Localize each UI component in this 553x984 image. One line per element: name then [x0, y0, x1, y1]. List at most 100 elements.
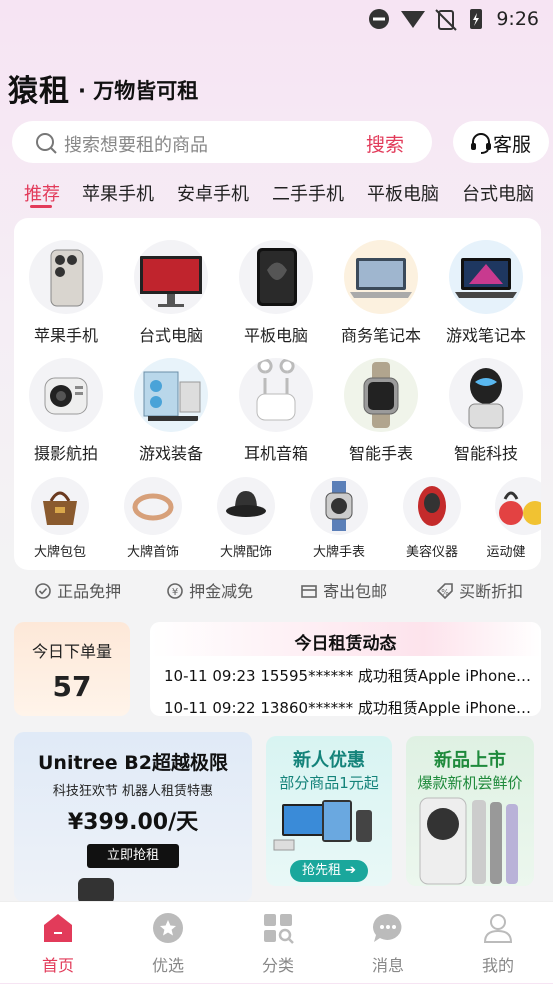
handbag-icon — [31, 477, 89, 535]
rent-now-button[interactable]: 立即抢租 — [87, 844, 179, 868]
kettlebell-icon — [495, 477, 541, 535]
service-button[interactable]: 客服 — [453, 121, 549, 163]
bottom-navigation: 首页 优选 分类 消息 我的 — [0, 901, 553, 983]
category-desktop[interactable]: 台式电脑 — [121, 240, 221, 346]
category-smartwatch[interactable]: 智能手表 — [331, 358, 431, 464]
nav-featured[interactable]: 优选 — [113, 902, 223, 984]
orders-count: 57 — [52, 670, 92, 703]
category-label: 游戏笔记本 — [445, 326, 526, 345]
category-gaming-gear[interactable]: 游戏装备 — [121, 358, 221, 464]
hat-icon — [217, 477, 275, 535]
category-sports[interactable]: 运动健 — [475, 477, 541, 560]
gaming-pc-icon — [134, 358, 208, 432]
robot-promo-banner[interactable]: Unitree B2超越极限 科技狂欢节 机器人租赁特惠 ¥399.00/天 立… — [14, 732, 252, 902]
category-luxury-bags[interactable]: 大牌包包 — [14, 477, 110, 560]
category-camera-drone[interactable]: 摄影航拍 — [16, 358, 116, 464]
banner-subtitle: 科技狂欢节 机器人租赁特惠 — [52, 784, 214, 799]
rental-feed-card[interactable]: 今日租赁动态 10-11 09:23 15595****** 成功租赁Apple… — [150, 622, 541, 716]
assurance-shipping: 寄出包邮 — [300, 578, 387, 602]
category-luxury-watches[interactable]: 大牌手表 — [289, 477, 389, 560]
promo-title: 新品上市 — [434, 750, 506, 771]
category-audio[interactable]: 耳机音箱 — [226, 358, 326, 464]
assurance-buyout: % 买断折扣 — [436, 578, 523, 602]
category-tablet[interactable]: 平板电脑 — [226, 240, 326, 346]
category-beauty-devices[interactable]: 美容仪器 — [382, 477, 482, 560]
category-tabs: 推荐 苹果手机 安卓手机 二手手机 平板电脑 台式电脑 — [0, 176, 553, 210]
banner-title: Unitree B2超越极限 — [37, 752, 228, 774]
category-business-laptop[interactable]: 商务笔记本 — [331, 240, 431, 346]
orders-today-card[interactable]: 今日下单量 57 — [14, 622, 130, 716]
category-label: 平板电脑 — [243, 326, 308, 345]
search-bar[interactable]: 搜索想要租的商品 搜索 — [12, 121, 432, 163]
search-button[interactable]: 搜索 — [366, 130, 404, 157]
service-assurances: 正品免押 ¥ 押金减免 寄出包邮 % 买断折扣 — [14, 578, 541, 602]
category-luxury-jewelry[interactable]: 大牌首饰 — [103, 477, 203, 560]
promo-title: 新人优惠 — [293, 750, 365, 771]
assurance-label: 正品免押 — [57, 582, 122, 601]
devices-image — [273, 800, 372, 851]
nav-label: 我的 — [481, 956, 514, 975]
ring-icon — [124, 477, 182, 535]
nav-messages[interactable]: 消息 — [333, 902, 443, 984]
headset-icon — [471, 133, 491, 154]
category-apple-phone[interactable]: 苹果手机 — [16, 240, 116, 346]
nav-label: 优选 — [151, 956, 184, 975]
discount-icon: % — [436, 583, 453, 600]
search-input[interactable]: 搜索想要租的商品 — [64, 131, 208, 157]
iphone-icon — [29, 240, 103, 314]
rental-feed-row: 10-11 09:23 15595****** 成功租赁Apple iPhone… — [164, 667, 534, 685]
tab-apple-phone[interactable]: 苹果手机 — [82, 180, 154, 206]
category-label: 美容仪器 — [405, 545, 458, 560]
orders-title: 今日下单量 — [31, 642, 112, 661]
gaming-laptop-icon — [449, 240, 523, 314]
nav-profile[interactable]: 我的 — [443, 902, 553, 984]
nav-label: 分类 — [261, 956, 294, 975]
camera-icon — [29, 358, 103, 432]
tab-used-phone[interactable]: 二手手机 — [272, 180, 344, 206]
nav-categories[interactable]: 分类 — [223, 902, 333, 984]
earbuds-icon — [239, 358, 313, 432]
category-icon — [264, 914, 294, 944]
app-brand: 猿租 — [8, 74, 70, 109]
tab-recommend[interactable]: 推荐 — [24, 180, 60, 206]
category-smart-tech[interactable]: 智能科技 — [436, 358, 536, 464]
assurance-label: 押金减免 — [189, 582, 254, 601]
new-user-promo[interactable]: 新人优惠 部分商品1元起 抢先租 ➔ — [266, 736, 392, 886]
phones-image — [419, 797, 518, 885]
luxury-watch-icon — [310, 477, 368, 535]
category-label: 大牌首饰 — [126, 545, 179, 560]
tab-underline — [30, 205, 52, 208]
shield-check-icon — [35, 583, 51, 599]
category-luxury-accessories[interactable]: 大牌配饰 — [196, 477, 296, 560]
nav-home[interactable]: 首页 — [3, 902, 113, 984]
category-label: 智能科技 — [453, 444, 518, 463]
home-icon — [44, 914, 72, 942]
category-label: 大牌配饰 — [219, 545, 272, 560]
new-arrival-promo[interactable]: 新品上市 爆款新机尝鲜价 — [406, 736, 534, 886]
assurance-genuine: 正品免押 — [34, 578, 121, 602]
tab-android-phone[interactable]: 安卓手机 — [177, 180, 249, 206]
category-label: 游戏装备 — [138, 444, 203, 463]
svg-text:%: % — [441, 588, 449, 597]
yen-icon: ¥ — [167, 583, 183, 599]
assurance-label: 买断折扣 — [459, 582, 524, 601]
category-label: 台式电脑 — [138, 326, 203, 345]
watch-icon — [344, 358, 418, 432]
status-time: 9:26 — [496, 8, 539, 30]
category-gaming-laptop[interactable]: 游戏笔记本 — [436, 240, 536, 346]
tab-desktop[interactable]: 台式电脑 — [462, 180, 534, 206]
nav-label: 消息 — [371, 956, 404, 975]
status-icons — [369, 9, 482, 31]
laptop-icon — [344, 240, 418, 314]
robot-icon — [449, 358, 523, 432]
user-icon — [483, 914, 513, 943]
app-slogan: · 万物皆可租 — [78, 79, 199, 103]
rent-first-button[interactable]: 抢先租 ➔ — [290, 860, 368, 882]
category-label: 耳机音箱 — [243, 444, 308, 463]
promo-subtitle: 部分商品1元起 — [279, 774, 379, 792]
monitor-icon — [134, 240, 208, 314]
nav-label: 首页 — [41, 956, 74, 975]
tab-tablet[interactable]: 平板电脑 — [367, 180, 439, 206]
assurance-deposit: ¥ 押金减免 — [166, 578, 253, 602]
beauty-device-icon — [403, 477, 461, 535]
